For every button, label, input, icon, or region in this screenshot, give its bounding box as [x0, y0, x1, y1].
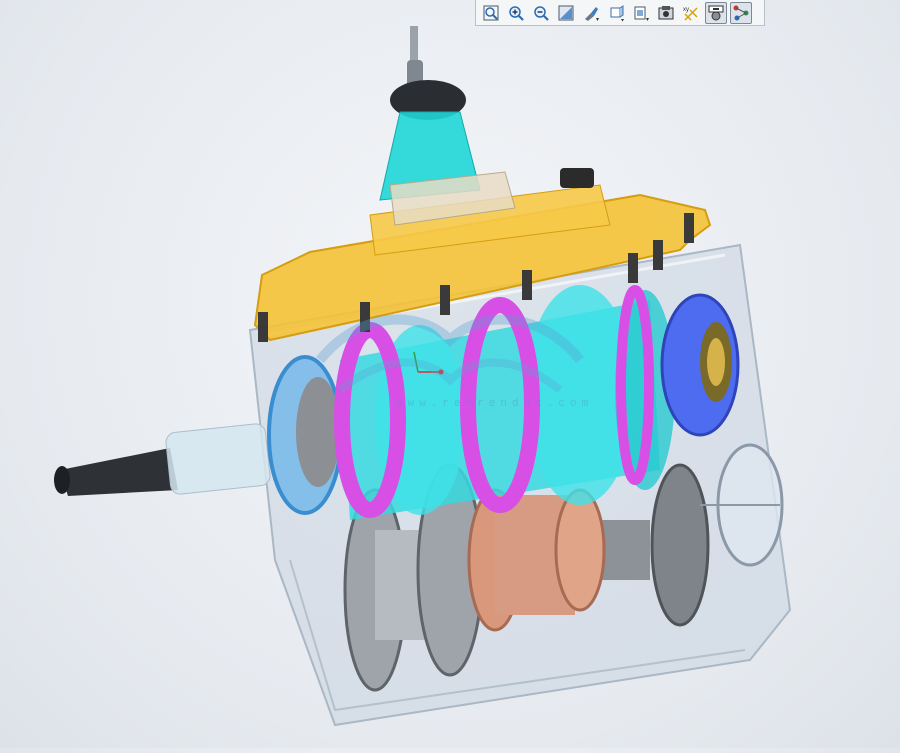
display-style-button[interactable] [605, 2, 627, 24]
view-refit-icon [558, 5, 574, 20]
appearance-icon [708, 5, 724, 20]
reverse-gear[interactable] [467, 488, 606, 632]
zoom-in-button[interactable] [505, 2, 527, 24]
saved-views-button[interactable] [630, 2, 652, 24]
saved-views-icon [634, 6, 649, 21]
datum-display-button[interactable]: xy [680, 2, 702, 24]
zoom-out-icon [534, 5, 549, 21]
view-toolbar: xy [475, 0, 765, 26]
refit-button[interactable] [555, 2, 577, 24]
section-view-button[interactable] [655, 2, 677, 24]
gear-shifter[interactable] [379, 16, 516, 226]
annotation-display-icon [733, 5, 749, 20]
repaint-icon [585, 6, 599, 21]
svg-text:xy: xy [683, 7, 689, 13]
repaint-button[interactable] [580, 2, 602, 24]
zoom-out-button[interactable] [530, 2, 552, 24]
annotation-display-toggle[interactable] [730, 1, 752, 24]
rear-bearing[interactable] [660, 293, 740, 437]
zoom-fit-icon [483, 5, 499, 20]
appearance-toggle[interactable] [705, 1, 727, 24]
section-view-icon [658, 5, 674, 19]
input-shaft[interactable] [54, 423, 271, 496]
datum-display-icon: xy [683, 7, 698, 21]
zoom-in-icon [509, 5, 524, 21]
front-bearing[interactable] [267, 355, 343, 515]
display-style-icon [610, 4, 624, 21]
zoom-fit-button[interactable] [480, 2, 502, 24]
model-viewport[interactable] [0, 16, 900, 748]
